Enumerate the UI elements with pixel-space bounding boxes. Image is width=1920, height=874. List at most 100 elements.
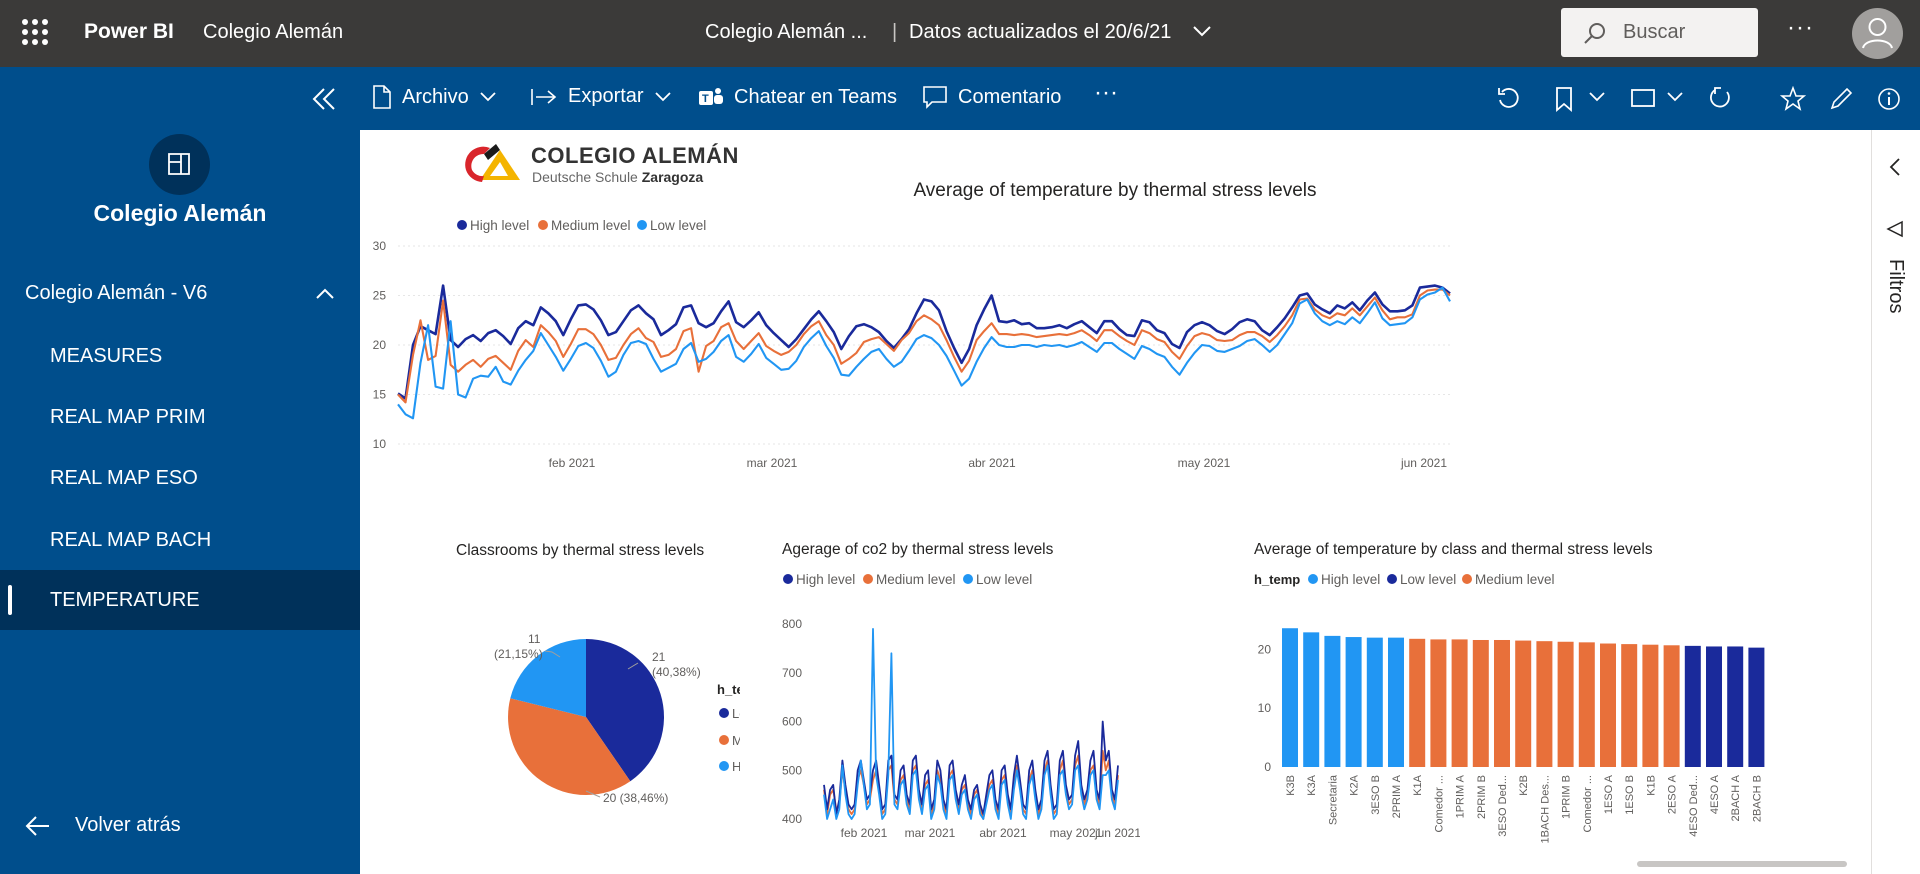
bar-legend-high[interactable]: High level (1321, 572, 1380, 587)
view-icon[interactable] (1630, 88, 1656, 108)
data-updated-label[interactable]: Datos actualizados el 20/6/21 (909, 21, 1171, 44)
x-tick-label: may 2021 (1178, 456, 1231, 470)
bar-category-label: 2BACH A (1730, 774, 1742, 821)
co2-series-line-low-level (823, 628, 1119, 820)
star-icon[interactable] (1780, 86, 1806, 112)
co2-x-tick-label: abr 2021 (979, 826, 1027, 840)
bar-K2A (1345, 637, 1362, 767)
teams-label: Chatear en Teams (734, 85, 898, 108)
pie-label-high-pct: (21,15%) (494, 647, 543, 661)
title-separator: | (892, 21, 898, 43)
bar-legend-marker-medium (1462, 574, 1472, 584)
bar-category-label: 3ESO B (1370, 775, 1382, 815)
bar-2PRIM A (1388, 637, 1404, 767)
more-options-icon[interactable]: ··· (1787, 14, 1814, 42)
co2-y-tick-label: 600 (782, 715, 802, 729)
pie-label-high-value: 11 (528, 632, 541, 646)
info-icon[interactable] (1876, 86, 1902, 112)
bar-legend-title: h_temp (1254, 572, 1300, 587)
more-actions-icon[interactable]: ··· (1094, 79, 1118, 107)
bookmark-icon[interactable] (1554, 86, 1574, 112)
exportar-menu[interactable]: Exportar (530, 85, 672, 108)
bar-category-label: 1PRIM A (1455, 774, 1467, 818)
edit-icon[interactable] (1828, 86, 1854, 112)
co2-y-tick-label: 800 (782, 617, 802, 631)
report-title[interactable]: Colegio Alemán ... (705, 21, 867, 44)
workspace-link[interactable]: Colegio Alemán (203, 21, 343, 44)
search-icon (1584, 23, 1605, 44)
legend-high[interactable]: High level (470, 218, 529, 233)
bar-legend-low[interactable]: Low level (1400, 572, 1456, 587)
bar-category-label: 2PRIM A (1391, 774, 1403, 818)
bar-category-label: 1BACH Des... (1539, 775, 1551, 843)
chevron-left-icon[interactable] (1888, 157, 1902, 177)
chevron-down-icon (654, 91, 671, 101)
co2-chart-title: Agerage of co2 by thermal stress levels (782, 541, 1054, 558)
nav-item-temperature[interactable]: TEMPERATURE (0, 570, 360, 630)
co2-legend-low[interactable]: Low level (976, 572, 1032, 587)
co2-x-tick-label: jun 2021 (1094, 826, 1140, 840)
co2-x-tick-label: mar 2021 (905, 826, 956, 840)
chevron-down-icon[interactable] (1588, 91, 1606, 103)
filters-label[interactable]: Filtros (1884, 259, 1907, 313)
pie-legend-high[interactable]: High level (732, 759, 740, 774)
reset-icon[interactable] (1496, 86, 1522, 112)
chart-legend[interactable]: High level Medium level Low level (457, 218, 706, 233)
x-tick-label: abr 2021 (968, 456, 1016, 470)
chevron-down-icon[interactable] (1666, 91, 1684, 103)
svg-text:T: T (702, 93, 709, 105)
archivo-menu[interactable]: Archivo (372, 85, 497, 109)
classrooms-pie-chart[interactable]: Classrooms by thermal stress levels 21 (… (360, 535, 740, 874)
pie-label-low-value: 21 (652, 650, 666, 664)
co2-line-chart[interactable]: Agerage of co2 by thermal stress levels … (780, 535, 1140, 874)
co2-legend-high[interactable]: High level (796, 572, 855, 587)
legend-low[interactable]: Low level (650, 218, 706, 233)
pie-chart-title: Classrooms by thermal stress levels (456, 542, 704, 559)
bar-category-label: Comedor ... (1433, 775, 1445, 832)
report-canvas: COLEGIO ALEMÁN Deutsche Schule Zaragoza … (360, 130, 1871, 874)
nav-item-real-map-eso[interactable]: REAL MAP ESO (0, 448, 360, 508)
class-temperature-bar-chart[interactable]: Average of temperature by class and ther… (1245, 535, 1871, 874)
pie-label-low-pct: (40,38%) (652, 665, 701, 679)
pie-legend-title: h_temp (717, 682, 740, 697)
pie-legend[interactable]: h_temp Low level Medium level High level (717, 682, 740, 774)
bar-2ESO A (1663, 645, 1680, 767)
co2-y-tick-label: 700 (782, 666, 802, 680)
teams-chat-button[interactable]: T Chatear en Teams (698, 85, 897, 109)
arrow-left-icon (25, 815, 49, 836)
bar-category-label: K3B (1285, 775, 1297, 796)
export-icon (531, 88, 557, 105)
comment-button[interactable]: Comentario (922, 85, 1061, 109)
bar-2PRIM B (1472, 639, 1489, 767)
comment-icon (923, 86, 947, 109)
bar-1PRIM B (1557, 641, 1574, 767)
legend-medium[interactable]: Medium level (551, 218, 631, 233)
pie-legend-low[interactable]: Low level (732, 706, 740, 721)
app-name[interactable]: Power BI (84, 20, 174, 44)
bar-category-label: K3A (1306, 774, 1318, 795)
horizontal-scrollbar[interactable] (1637, 861, 1847, 867)
bar-category-label: 2BACH B (1751, 775, 1763, 822)
bar-category-label: 2PRIM B (1476, 775, 1488, 819)
bar-legend-medium[interactable]: Medium level (1475, 572, 1555, 587)
pie-legend-medium[interactable]: Medium level (732, 733, 740, 748)
app-launcher-icon[interactable] (22, 19, 48, 45)
co2-legend-medium[interactable]: Medium level (876, 572, 956, 587)
filter-icon[interactable] (1886, 220, 1904, 238)
avatar[interactable] (1852, 8, 1903, 59)
back-button[interactable]: Volver atrás (25, 814, 181, 837)
nav-item-real-map-prim[interactable]: REAL MAP PRIM (0, 387, 360, 447)
pie-legend-marker-medium (719, 735, 729, 745)
nav-item-measures[interactable]: MEASURES (0, 326, 360, 386)
filters-pane: Filtros (1871, 130, 1920, 874)
app-section-title[interactable]: Colegio Alemán - V6 (25, 282, 207, 305)
pie-label-medium: 20 (38,46%) (603, 791, 668, 805)
collapse-nav-icon[interactable] (310, 85, 338, 113)
nav-item-real-map-bach[interactable]: REAL MAP BACH (0, 510, 360, 570)
refresh-icon[interactable] (1707, 86, 1733, 112)
chevron-down-icon[interactable] (1192, 24, 1212, 38)
bar-category-label: 4ESO A (1709, 774, 1721, 814)
bar-4ESO Ded... (1684, 645, 1701, 767)
chevron-up-icon[interactable] (315, 287, 335, 301)
search-input[interactable]: Buscar (1561, 8, 1758, 57)
